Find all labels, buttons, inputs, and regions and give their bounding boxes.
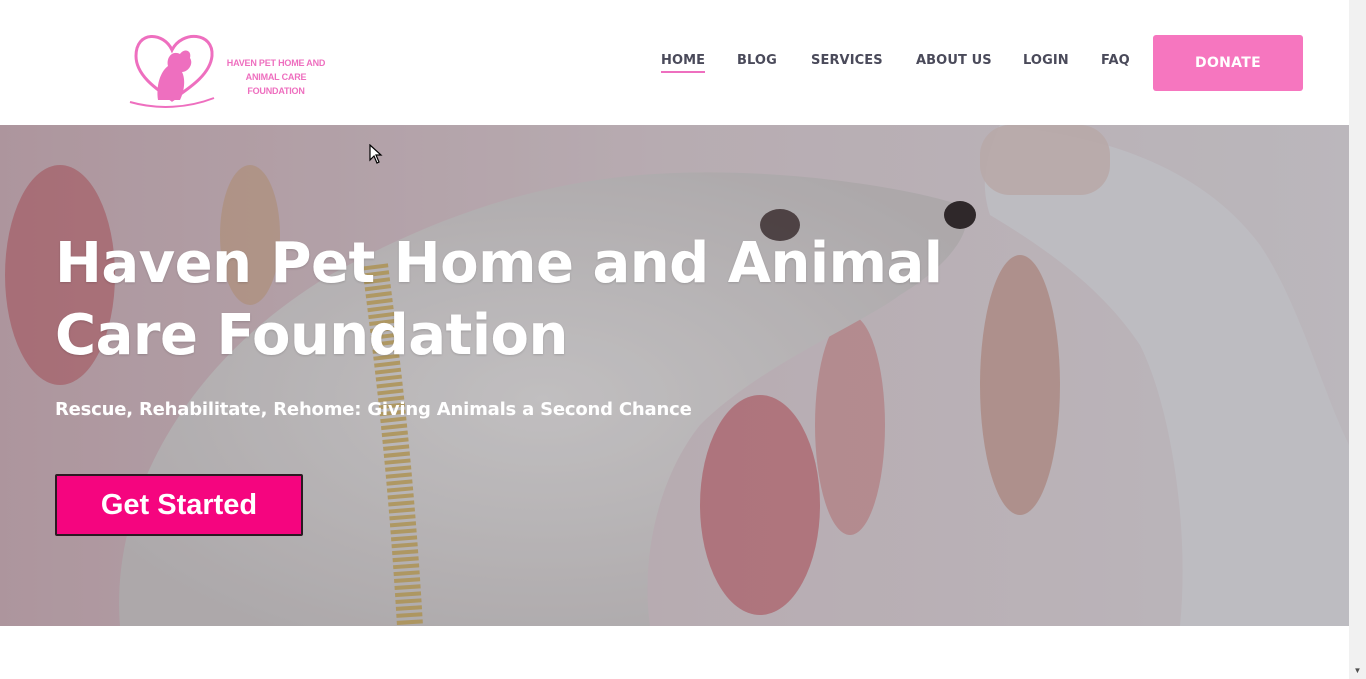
get-started-button[interactable]: Get Started: [55, 474, 303, 536]
heart-pet-logo-icon: [129, 34, 215, 108]
scrollbar-thumb[interactable]: [1351, 125, 1364, 645]
hero-section: Haven Pet Home and Animal Care Foundatio…: [0, 125, 1349, 626]
site-logo[interactable]: HAVEN PET HOME AND ANIMAL CARE FOUNDATIO…: [128, 28, 338, 108]
page-scrollbar[interactable]: ▼: [1349, 0, 1366, 679]
hero-overlay: [0, 125, 1349, 626]
donate-button[interactable]: DONATE: [1153, 35, 1303, 91]
hero-title: Haven Pet Home and Animal Care Foundatio…: [55, 231, 943, 368]
hero-subtitle: Rescue, Rehabilitate, Rehome: Giving Ani…: [55, 399, 692, 420]
logo-text: HAVEN PET HOME AND ANIMAL CARE FOUNDATIO…: [226, 58, 326, 96]
chevron-down-icon[interactable]: ▼: [1349, 665, 1366, 677]
mouse-pointer-icon: [369, 144, 383, 164]
site-header: HAVEN PET HOME AND ANIMAL CARE FOUNDATIO…: [0, 0, 1349, 125]
nav-about-us[interactable]: ABOUT US: [916, 53, 992, 68]
nav-login[interactable]: LOGIN: [1023, 53, 1069, 68]
nav-faq[interactable]: FAQ: [1101, 53, 1130, 68]
nav-services[interactable]: SERVICES: [811, 53, 883, 68]
nav-home[interactable]: HOME: [661, 53, 706, 73]
nav-blog[interactable]: BLOG: [737, 53, 777, 68]
